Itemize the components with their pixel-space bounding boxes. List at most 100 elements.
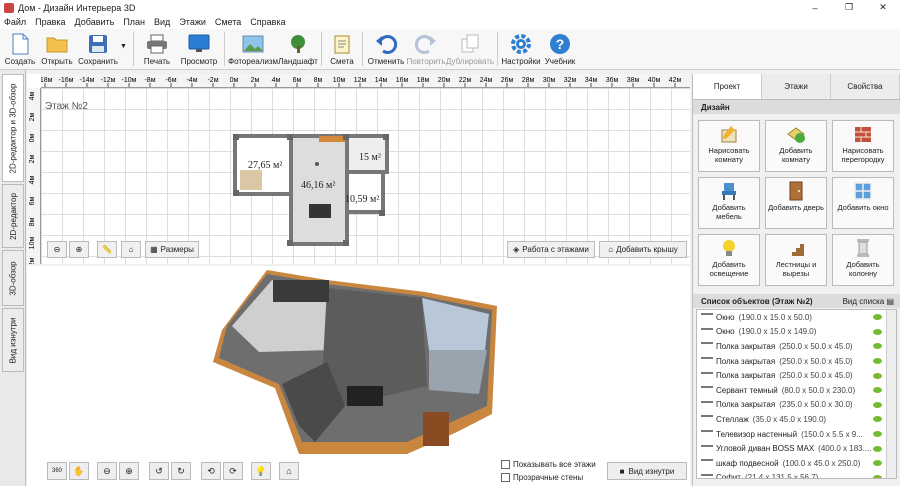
orbit-up-button[interactable]: ⟳ — [223, 462, 243, 480]
save-button[interactable]: Сохранить — [76, 29, 120, 70]
tab-floors[interactable]: Этажи — [762, 74, 831, 99]
add-roof-button[interactable]: ⌂ Добавить крышу — [599, 241, 687, 258]
add-door-button[interactable]: Добавить дверь — [765, 177, 827, 229]
inside-view-button[interactable]: ■ Вид изнутри — [607, 462, 687, 480]
list-item[interactable]: шкаф подвесной (100.0 x 45.0 x 250.0) — [697, 456, 896, 471]
create-button[interactable]: Создать — [2, 29, 38, 70]
visibility-eye-icon[interactable] — [873, 343, 882, 350]
visibility-eye-icon[interactable] — [873, 474, 882, 478]
list-item[interactable]: Полка закрытая (250.0 x 50.0 x 45.0) — [697, 339, 896, 354]
house-3d-render[interactable] — [27, 266, 690, 458]
undo-button[interactable]: Отменить — [366, 29, 406, 70]
list-item[interactable]: Софит (21.4 x 131.5 x 56.7) — [697, 471, 896, 478]
object-list[interactable]: Окно (190.0 x 15.0 x 50.0) Окно (190.0 x 15… — [696, 309, 897, 479]
menu-bar: Файл Правка Добавить План Вид Этажи Смет… — [0, 15, 900, 29]
visibility-eye-icon[interactable] — [873, 358, 882, 365]
menu-view[interactable]: Вид — [154, 17, 170, 27]
home-3d-button[interactable]: ⌂ — [279, 462, 299, 480]
zoom-out-button[interactable]: ⊖ — [47, 241, 67, 258]
visibility-eye-icon[interactable] — [873, 401, 882, 408]
ruler-button[interactable]: 📏 — [97, 241, 117, 258]
sizes-button[interactable]: ▦ Размеры — [145, 241, 199, 258]
close-button[interactable]: ✕ — [866, 0, 900, 15]
list-item[interactable]: Телевизор настенный (150.0 x 5.5 x 9... — [697, 427, 896, 442]
settings-button[interactable]: Настройки — [501, 29, 541, 70]
add-window-button[interactable]: Добавить окно — [832, 177, 894, 229]
tab-inside-view[interactable]: Вид изнутри — [2, 308, 24, 372]
add-room-button[interactable]: Добавить комнату — [765, 120, 827, 172]
list-view-toggle[interactable]: Вид списка ▤ — [843, 297, 894, 306]
menu-plan[interactable]: План — [123, 17, 145, 27]
rotate-right-button[interactable]: ↻ — [171, 462, 191, 480]
draw-partition-button[interactable]: Нарисовать перегородку — [832, 120, 894, 172]
visibility-eye-icon[interactable] — [873, 372, 882, 379]
menu-file[interactable]: Файл — [4, 17, 26, 27]
visibility-eye-icon[interactable] — [873, 416, 882, 423]
list-item[interactable]: Полка закрытая (250.0 x 50.0 x 45.0) — [697, 354, 896, 369]
object-name: Сервант темный — [716, 385, 778, 395]
floors-work-button[interactable]: ◈ Работа с этажами — [507, 241, 595, 258]
estimate-button[interactable]: Смета — [325, 29, 359, 70]
plan-editor-2d[interactable]: -18м -16м -14м -12м -10м -8м -6м -4м -2м 0м 2м 4м 6м… — [27, 74, 690, 264]
list-item[interactable]: Полка закрытая (250.0 x 50.0 x 45.0) — [697, 368, 896, 383]
duplicate-button[interactable]: Дублировать — [446, 29, 494, 70]
tab-2d-editor-3d-view[interactable]: 2D-редактор и 3D-обзор — [2, 74, 24, 182]
view-3d[interactable]: 360 ✋ ⊖ ⊕ ↺ ↻ ⟲ ⟳ 💡 ⌂ Показывать все эта… — [27, 266, 690, 486]
show-all-floors-checkbox[interactable]: Показывать все этажи — [501, 460, 596, 469]
visibility-eye-icon[interactable] — [873, 387, 882, 394]
orbit-down-button[interactable]: ⟲ — [201, 462, 221, 480]
open-button[interactable]: Открыть — [38, 29, 76, 70]
tab-2d-editor[interactable]: 2D-редактор — [2, 184, 24, 248]
transparent-walls-checkbox[interactable]: Прозрачные стены — [501, 473, 583, 482]
rotate-left-button[interactable]: ↺ — [149, 462, 169, 480]
print-button[interactable]: Печать — [137, 29, 177, 70]
ruler-tick-label: -10м — [122, 77, 137, 84]
visibility-eye-icon[interactable] — [873, 431, 882, 438]
object-dimensions: (190.0 x 15.0 x 50.0) — [738, 312, 812, 322]
minimize-button[interactable]: – — [798, 0, 832, 15]
list-item[interactable]: Угловой диван BOSS MAX (400.0 x 183.... — [697, 441, 896, 456]
ruler-tick-label: -18м — [41, 77, 53, 84]
tab-properties[interactable]: Свойства — [831, 74, 900, 99]
object-name: Полка закрытая — [716, 400, 776, 410]
list-item[interactable]: Стеллаж (35.0 x 45.0 x 190.0) — [697, 412, 896, 427]
object-dimensions: (250.0 x 50.0 x 45.0) — [779, 371, 853, 381]
add-column-button[interactable]: Добавить колонну — [832, 234, 894, 286]
draw-room-button[interactable]: Нарисовать комнату — [698, 120, 760, 172]
landscape-button[interactable]: Ландшафт — [278, 29, 318, 70]
list-item[interactable]: Окно (190.0 x 15.0 x 50.0) — [697, 310, 896, 325]
maximize-button[interactable]: ❐ — [832, 0, 866, 15]
lighting-button[interactable]: 💡 — [251, 462, 271, 480]
tab-project[interactable]: Проект — [693, 74, 762, 99]
tab-3d-view[interactable]: 3D-обзор — [2, 250, 24, 306]
view-360-button[interactable]: 360 — [47, 462, 67, 480]
ruler-tick-label: 18м — [417, 77, 430, 84]
redo-button[interactable]: Повторить — [406, 29, 446, 70]
menu-help[interactable]: Справка — [250, 17, 285, 27]
home-button[interactable]: ⌂ — [121, 241, 141, 258]
menu-floors[interactable]: Этажи — [179, 17, 206, 27]
preview-button[interactable]: Просмотр — [177, 29, 221, 70]
list-item[interactable]: Полка закрытая (235.0 x 50.0 x 30.0) — [697, 398, 896, 413]
visibility-eye-icon[interactable] — [873, 314, 882, 321]
visibility-eye-icon[interactable] — [873, 460, 882, 467]
add-furniture-button[interactable]: Добавить мебель — [698, 177, 760, 229]
photorealism-button[interactable]: Фотореализм — [228, 29, 278, 70]
pan-hand-button[interactable]: ✋ — [69, 462, 89, 480]
list-item[interactable]: Окно (190.0 x 15.0 x 149.0) — [697, 325, 896, 340]
tutorial-button[interactable]: ? Учебник — [541, 29, 579, 70]
menu-add[interactable]: Добавить — [75, 17, 115, 27]
save-dropdown-icon[interactable]: ▼ — [120, 29, 130, 50]
visibility-eye-icon[interactable] — [873, 445, 882, 452]
add-lighting-button[interactable]: Добавить освещение — [698, 234, 760, 286]
stairs-cutouts-button[interactable]: Лестницы и вырезы — [765, 234, 827, 286]
menu-edit[interactable]: Правка — [35, 17, 65, 27]
zoom-in-3d-button[interactable]: ⊕ — [119, 462, 139, 480]
object-name: Полка закрытая — [716, 371, 776, 381]
zoom-out-3d-button[interactable]: ⊖ — [97, 462, 117, 480]
list-item[interactable]: Сервант темный (80.0 x 50.0 x 230.0) — [697, 383, 896, 398]
floor-label: Этаж №2 — [45, 101, 88, 112]
visibility-eye-icon[interactable] — [873, 328, 882, 335]
zoom-in-button[interactable]: ⊕ — [69, 241, 89, 258]
menu-estimate[interactable]: Смета — [215, 17, 241, 27]
